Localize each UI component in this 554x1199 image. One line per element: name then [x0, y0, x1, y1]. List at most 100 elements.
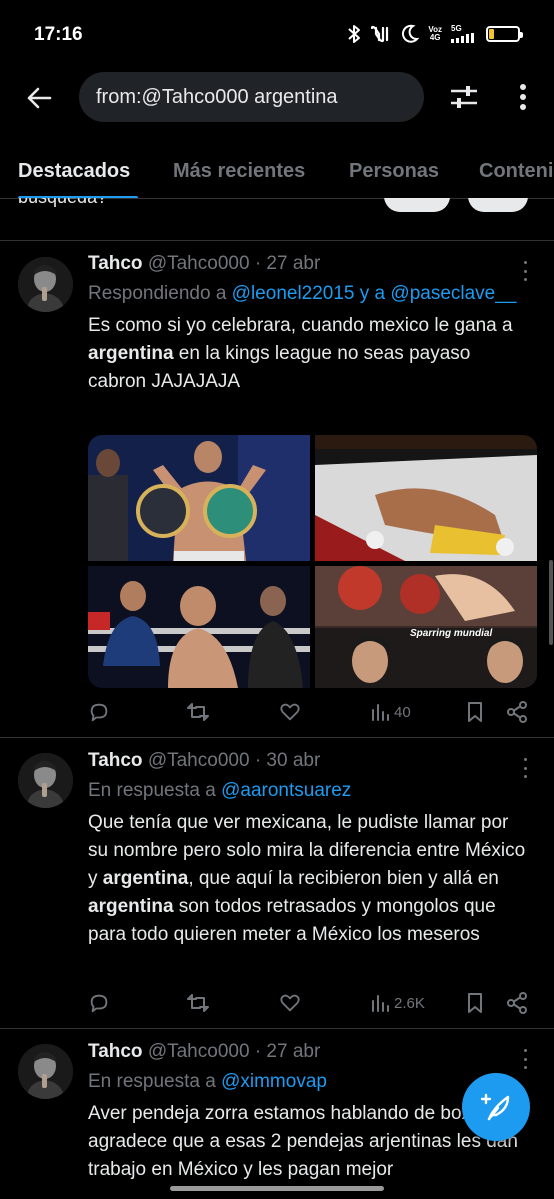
like-button[interactable] — [279, 988, 301, 1018]
author-name[interactable]: Tahco — [88, 253, 143, 274]
status-icons: Voz 4G 5G 17 — [347, 24, 523, 44]
share-button[interactable] — [506, 988, 528, 1018]
author-name[interactable]: Tahco — [88, 1041, 143, 1062]
author-name[interactable]: Tahco — [88, 750, 143, 771]
reply-mentions[interactable]: @aarontsuarez — [221, 780, 351, 801]
avatar-image — [18, 257, 73, 312]
more-dot-icon — [523, 269, 527, 273]
views-button[interactable]: 40 — [370, 697, 411, 727]
tweet-header: Tahco @Tahco000 · 27 abr — [88, 251, 528, 277]
media-image-1[interactable] — [88, 435, 310, 561]
tweet[interactable]: Tahco @Tahco000 · 27 abr Respondiendo a … — [0, 241, 554, 737]
retweet-button[interactable] — [186, 988, 210, 1018]
tweet-date[interactable]: 27 abr — [266, 1041, 320, 1062]
avatar[interactable] — [18, 753, 73, 808]
sliders-icon — [451, 86, 477, 108]
tweet-media-grid[interactable]: Sparring mundial — [88, 435, 537, 688]
reply-prefix: En respuesta a — [88, 1071, 216, 1092]
boxing-ring-image — [315, 435, 537, 561]
media-image-2[interactable] — [315, 435, 537, 561]
like-button[interactable] — [279, 697, 301, 727]
reply-context: En respuesta a @aarontsuarez — [88, 776, 528, 805]
reply-button[interactable] — [88, 697, 110, 727]
home-indicator[interactable] — [170, 1186, 384, 1191]
tweet-more-button[interactable] — [518, 261, 532, 281]
tab-destacados[interactable]: Destacados — [18, 160, 130, 198]
battery-fill — [489, 29, 495, 39]
previous-section-button[interactable] — [468, 198, 528, 212]
tweet-header: Tahco @Tahco000 · 27 abr — [88, 1039, 528, 1065]
more-dot-icon — [523, 1049, 527, 1052]
retweet-icon — [187, 703, 209, 721]
tweet-text: Es como si yo celebrara, cuando mexico l… — [88, 315, 513, 392]
share-button[interactable] — [506, 697, 528, 727]
search-query: from:@Tahco000 argentina — [96, 85, 338, 108]
reply-mentions[interactable]: @leonel22015 y a @paseclave__ — [232, 283, 517, 304]
more-dot-icon — [523, 1066, 527, 1069]
avatar[interactable] — [18, 1044, 73, 1099]
reply-button[interactable] — [88, 988, 110, 1018]
author-handle[interactable]: @Tahco000 — [148, 750, 250, 771]
search-filters-button[interactable] — [446, 80, 482, 114]
tweet[interactable]: Tahco @Tahco000 · 30 abr En respuesta a … — [0, 738, 554, 1028]
tweet-date[interactable]: 27 abr — [266, 253, 320, 274]
views-icon — [372, 704, 389, 721]
tweet-header: Tahco @Tahco000 · 30 abr — [88, 748, 528, 774]
back-button[interactable] — [22, 81, 56, 115]
network-voz: Voz 4G — [428, 25, 442, 42]
avatar-image — [18, 1044, 73, 1099]
avatar[interactable] — [18, 257, 73, 312]
more-dot-icon — [523, 766, 527, 770]
scrollbar-thumb[interactable] — [549, 560, 553, 645]
tab-mas-recientes[interactable]: Más recientes — [173, 160, 305, 198]
more-dot-icon — [523, 261, 527, 264]
bookmark-button[interactable] — [466, 988, 484, 1018]
previous-section-text: búsqueda? — [18, 198, 107, 208]
search-input[interactable]: from:@Tahco000 argentina — [79, 72, 424, 122]
views-count: 2.6K — [394, 994, 425, 1012]
compose-feather-icon — [480, 1093, 510, 1121]
nfc-icon — [371, 25, 389, 43]
media-caption: Sparring mundial — [410, 628, 492, 639]
separator-dot: · — [254, 1041, 262, 1062]
status-time: 17:16 — [34, 24, 83, 45]
boxer-belts-image — [88, 435, 310, 561]
tab-personas[interactable]: Personas — [349, 160, 439, 198]
battery-level: 17 — [497, 28, 509, 40]
network-5g: 5G — [451, 25, 477, 43]
more-dot-icon — [523, 278, 527, 281]
reply-prefix: En respuesta a — [88, 780, 216, 801]
search-tabs: Destacados Más recientes Personas Conten… — [0, 146, 554, 198]
tab-contenido-multimedia[interactable]: Contenido multimedia — [479, 160, 554, 198]
status-bar: 17:16 Voz 4G 5G 17 — [0, 0, 554, 70]
tweet-date[interactable]: 30 abr — [266, 750, 320, 771]
previous-section-fragment: búsqueda? — [0, 198, 554, 240]
back-arrow-icon — [27, 87, 52, 109]
reply-prefix: Respondiendo a — [88, 283, 227, 304]
avatar-image — [18, 753, 73, 808]
bookmark-button[interactable] — [466, 697, 484, 727]
retweet-button[interactable] — [186, 697, 210, 727]
reply-mentions[interactable]: @ximmovap — [221, 1071, 327, 1092]
tweet-more-button[interactable] — [518, 1049, 532, 1069]
media-image-3[interactable] — [88, 566, 310, 688]
heart-icon — [280, 994, 300, 1012]
search-header: from:@Tahco000 argentina — [0, 70, 554, 124]
separator-dot: · — [254, 253, 262, 274]
tweet-actions: 40 — [82, 697, 532, 727]
previous-section-button[interactable] — [384, 198, 450, 212]
more-options-button[interactable] — [508, 80, 538, 114]
bookmark-icon — [468, 702, 482, 722]
signal-icon — [451, 33, 474, 43]
compose-tweet-button[interactable] — [462, 1073, 530, 1141]
reply-icon — [90, 994, 108, 1013]
author-handle[interactable]: @Tahco000 — [148, 253, 250, 274]
media-image-4[interactable]: Sparring mundial — [315, 566, 537, 688]
views-icon — [372, 995, 389, 1012]
share-icon — [507, 701, 527, 723]
more-dot-icon — [523, 775, 527, 778]
tweet-more-button[interactable] — [518, 758, 532, 778]
sparring-image: Sparring mundial — [315, 566, 537, 688]
views-button[interactable]: 2.6K — [370, 988, 425, 1018]
author-handle[interactable]: @Tahco000 — [148, 1041, 250, 1062]
